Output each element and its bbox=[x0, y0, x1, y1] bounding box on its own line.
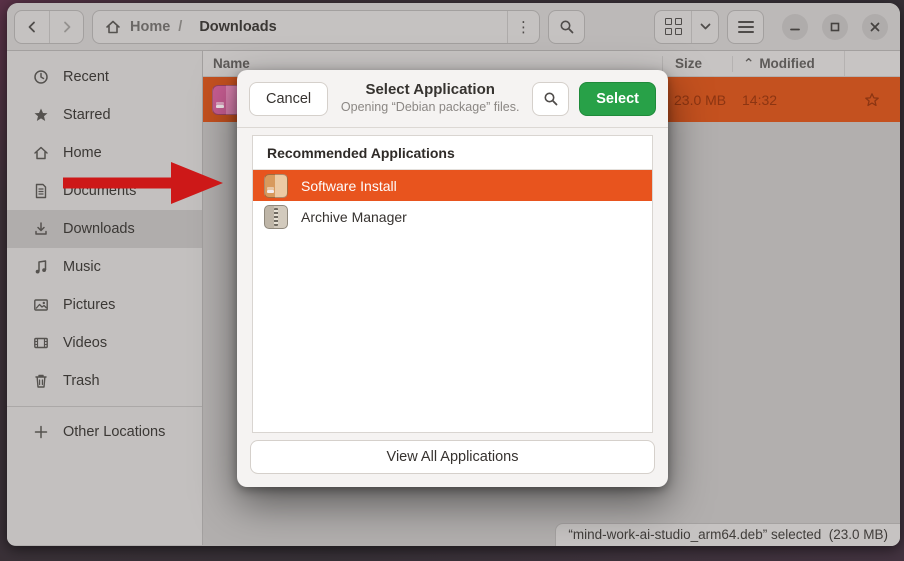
trash-icon bbox=[32, 373, 49, 390]
red-annotation-arrow bbox=[55, 156, 230, 210]
app-name: Software Install bbox=[301, 178, 397, 194]
sidebar-item-videos[interactable]: Videos bbox=[7, 324, 202, 362]
star-file-button[interactable] bbox=[844, 92, 900, 108]
app-row-archive-manager[interactable]: Archive Manager bbox=[253, 201, 652, 232]
select-button[interactable]: Select bbox=[579, 82, 656, 116]
sidebar-item-label: Videos bbox=[63, 335, 107, 351]
maximize-button[interactable] bbox=[822, 14, 848, 40]
status-bar: “mind-work-ai-studio_arm64.deb” selected… bbox=[555, 523, 900, 546]
view-all-applications-button[interactable]: View All Applications bbox=[250, 440, 655, 474]
star-icon bbox=[32, 107, 49, 124]
grid-view-icon bbox=[665, 18, 682, 35]
file-modified-cell: 14:32 bbox=[732, 92, 844, 108]
search-icon bbox=[543, 91, 559, 107]
back-button[interactable] bbox=[15, 11, 49, 43]
picture-icon bbox=[32, 297, 49, 314]
sidebar-item-label: Trash bbox=[63, 373, 100, 389]
app-row-software-install[interactable]: Software Install bbox=[253, 170, 652, 201]
sidebar-item-label: Other Locations bbox=[63, 424, 165, 440]
search-button[interactable] bbox=[548, 10, 585, 44]
cancel-button[interactable]: Cancel bbox=[249, 82, 328, 116]
sidebar-item-starred[interactable]: Starred bbox=[7, 96, 202, 134]
breadcrumb-current[interactable]: Downloads bbox=[199, 19, 276, 35]
sidebar-item-label: Starred bbox=[63, 107, 111, 123]
clock-icon bbox=[32, 69, 49, 86]
home-icon bbox=[32, 145, 49, 162]
sidebar-item-other-locations[interactable]: Other Locations bbox=[7, 413, 202, 451]
history-nav-group bbox=[14, 10, 84, 44]
kebab-icon: ⋮ bbox=[516, 18, 531, 36]
close-button[interactable] bbox=[862, 14, 888, 40]
column-header-size[interactable]: Size bbox=[662, 56, 732, 71]
dialog-search-button[interactable] bbox=[532, 82, 569, 116]
plus-icon bbox=[32, 424, 49, 441]
sidebar-item-label: Recent bbox=[63, 69, 109, 85]
sidebar-item-trash[interactable]: Trash bbox=[7, 362, 202, 400]
sidebar-item-pictures[interactable]: Pictures bbox=[7, 286, 202, 324]
hamburger-icon bbox=[738, 21, 754, 33]
breadcrumb-separator: / bbox=[178, 19, 182, 35]
chevron-down-icon bbox=[699, 20, 712, 33]
minimize-button[interactable] bbox=[782, 14, 808, 40]
archive-manager-icon bbox=[264, 205, 288, 229]
document-icon bbox=[32, 183, 49, 200]
recommended-applications-header: Recommended Applications bbox=[253, 136, 652, 170]
home-icon bbox=[105, 19, 121, 35]
search-icon bbox=[559, 19, 575, 35]
applications-list: Recommended Applications Software Instal… bbox=[252, 135, 653, 433]
forward-button[interactable] bbox=[49, 11, 83, 43]
app-name: Archive Manager bbox=[301, 209, 407, 225]
view-options-dropdown[interactable] bbox=[691, 11, 718, 43]
view-options-split-button bbox=[654, 10, 719, 44]
column-header-name[interactable]: Name bbox=[203, 56, 662, 71]
download-icon bbox=[32, 221, 49, 238]
breadcrumb-home[interactable]: Home bbox=[130, 19, 170, 35]
film-icon bbox=[32, 335, 49, 352]
minimize-icon bbox=[789, 21, 801, 33]
sort-ascending-icon: ⌃ bbox=[743, 56, 754, 72]
path-menu-button[interactable]: ⋮ bbox=[507, 11, 539, 43]
main-menu-button[interactable] bbox=[727, 10, 764, 44]
chevron-left-icon bbox=[25, 20, 39, 34]
dialog-title: Select Application bbox=[338, 81, 522, 100]
music-note-icon bbox=[32, 259, 49, 276]
window-controls bbox=[782, 14, 888, 40]
sidebar: Recent Starred Home Documents Downloads … bbox=[7, 51, 203, 545]
sidebar-item-label: Music bbox=[63, 259, 101, 275]
column-header-star bbox=[844, 51, 900, 76]
dialog-subtitle: Opening “Debian package” files. bbox=[338, 100, 522, 116]
sidebar-item-label: Pictures bbox=[63, 297, 115, 313]
maximize-icon bbox=[829, 21, 841, 33]
dialog-header: Cancel Select Application Opening “Debia… bbox=[237, 70, 668, 128]
sidebar-item-downloads[interactable]: Downloads bbox=[7, 210, 202, 248]
headerbar: Home / Downloads ⋮ bbox=[7, 3, 900, 51]
breadcrumb[interactable]: Home / Downloads ⋮ bbox=[92, 10, 540, 44]
sidebar-item-recent[interactable]: Recent bbox=[7, 58, 202, 96]
star-outline-icon bbox=[864, 92, 880, 108]
software-install-icon bbox=[264, 174, 288, 198]
grid-view-button[interactable] bbox=[655, 11, 691, 43]
column-header-modified[interactable]: ⌃ Modified bbox=[732, 56, 844, 72]
dialog-titles: Select Application Opening “Debian packa… bbox=[338, 81, 522, 115]
file-size-cell: 23.0 MB bbox=[662, 92, 732, 108]
sidebar-item-label: Downloads bbox=[63, 221, 135, 237]
sidebar-item-music[interactable]: Music bbox=[7, 248, 202, 286]
close-icon bbox=[869, 21, 881, 33]
sidebar-separator bbox=[7, 406, 202, 407]
select-application-dialog: Cancel Select Application Opening “Debia… bbox=[237, 70, 668, 487]
chevron-right-icon bbox=[60, 20, 74, 34]
column-header-modified-label: Modified bbox=[759, 56, 815, 71]
